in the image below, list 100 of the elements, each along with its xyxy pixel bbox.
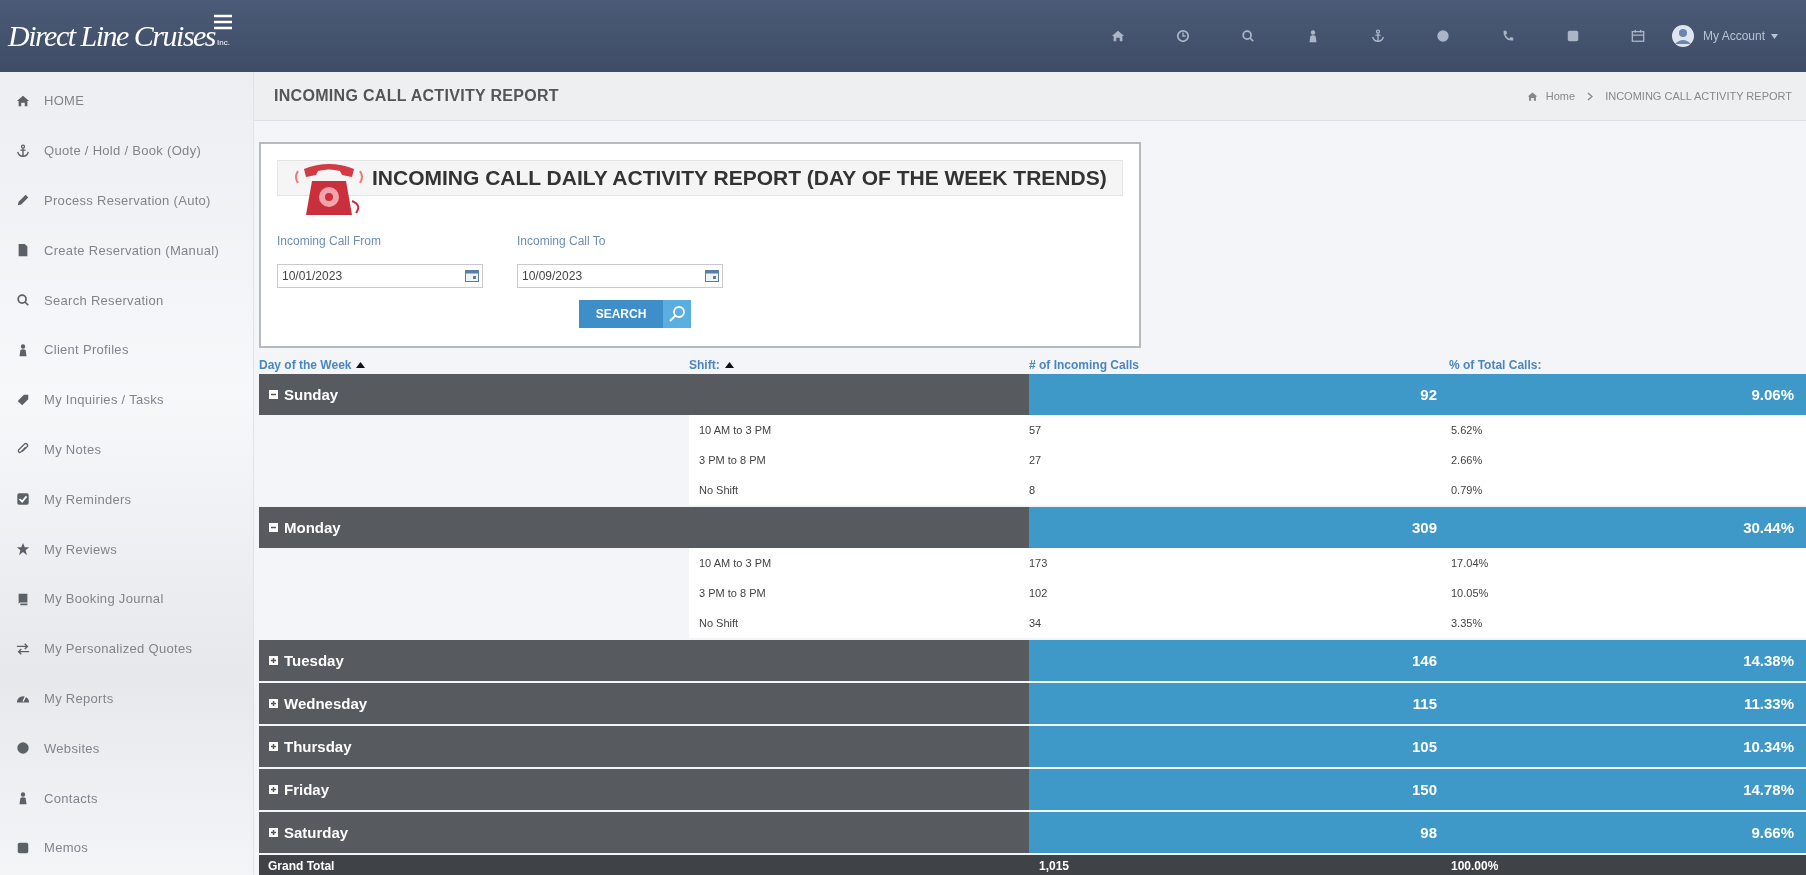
sidebar-item[interactable]: My Notes (44, 441, 102, 457)
expand-icon[interactable] (269, 785, 278, 794)
account-menu[interactable]: My Account (1694, 29, 1771, 43)
sidebar-item[interactable]: Websites (44, 740, 100, 756)
arrows-icon (15, 641, 30, 656)
shift-name: 3 PM to 8 PM (698, 587, 767, 599)
day-name: Monday (284, 519, 341, 536)
day-name: Saturday (284, 824, 349, 841)
expand-icon[interactable] (269, 699, 278, 708)
column-header[interactable]: % of Total Calls: (1449, 358, 1542, 372)
chevron-icon (1587, 91, 1594, 101)
column-header[interactable]: Day of the Week (259, 358, 352, 372)
shift-call-count: 57 (1029, 424, 1043, 436)
day-percentage: 14.38% (1742, 652, 1795, 669)
calendar-icon[interactable] (465, 270, 479, 282)
home-icon (1111, 29, 1126, 43)
menu-icon[interactable] (214, 14, 232, 30)
shift-percentage: 17.04% (1450, 557, 1490, 569)
expand-icon[interactable] (269, 656, 278, 665)
sidebar-item[interactable]: My Reviews (44, 541, 118, 557)
shift-name: No Shift (698, 617, 740, 629)
day-call-count: 105 (1410, 738, 1437, 755)
day-name: Thursday (284, 738, 352, 755)
expand-icon[interactable] (269, 742, 278, 751)
anchor-icon (1371, 29, 1386, 43)
day-percentage: 10.34% (1742, 738, 1795, 755)
phone-icon (1501, 29, 1516, 43)
day-call-count: 146 (1410, 652, 1437, 669)
date-field[interactable]: 10/01/2023 (277, 264, 483, 288)
column-header[interactable]: Shift: (689, 358, 720, 372)
page-title: INCOMING CALL ACTIVITY REPORT (274, 87, 559, 105)
day-name: Tuesday (284, 652, 344, 669)
tag-icon (15, 392, 30, 407)
day-name: Sunday (284, 386, 339, 403)
anchor-icon (15, 143, 30, 158)
sidebar-item[interactable]: My Reports (44, 690, 114, 706)
column-header[interactable]: # of Incoming Calls (1029, 358, 1139, 372)
day-name: Wednesday (284, 695, 368, 712)
logo-suffix: Inc. (217, 37, 230, 47)
report-title: INCOMING CALL DAILY ACTIVITY REPORT (DAY OF THE WEEK TRENDS) (372, 166, 1107, 190)
sidebar-item[interactable]: Quote / Hold / Book (Ody) (44, 143, 202, 159)
day-call-count: 150 (1410, 781, 1437, 798)
sidebar-item[interactable]: Memos (44, 840, 89, 856)
search-icon (668, 305, 686, 323)
logo-text[interactable]: Direct Line Cruises (8, 19, 216, 53)
shift-call-count: 173 (1029, 557, 1049, 569)
home-icon (15, 93, 30, 108)
expand-icon[interactable] (269, 828, 278, 837)
calendar-icon (1631, 29, 1646, 43)
date-field[interactable]: 10/09/2023 (517, 264, 723, 288)
grand-total-percentage: 100.00% (1450, 859, 1500, 873)
clock-icon (1176, 29, 1191, 43)
breadcrumb-current: INCOMING CALL ACTIVITY REPORT (1605, 90, 1792, 102)
field-label: Incoming Call To (517, 234, 607, 248)
sidebar-item[interactable]: Contacts (44, 790, 98, 806)
star-icon (15, 542, 30, 557)
sidebar-item[interactable]: Create Reservation (Manual) (44, 242, 219, 258)
square-icon (15, 840, 30, 855)
day-call-count: 309 (1410, 519, 1437, 536)
search-button[interactable]: SEARCH (579, 300, 691, 328)
calendar-icon[interactable] (705, 270, 719, 282)
shift-call-count: 8 (1029, 484, 1037, 496)
collapse-icon[interactable] (269, 523, 278, 532)
square-icon (1566, 29, 1581, 43)
shift-percentage: 2.66% (1450, 454, 1484, 466)
shift-percentage: 0.79% (1450, 484, 1484, 496)
day-percentage: 9.06% (1750, 386, 1795, 403)
shift-percentage: 5.62% (1450, 424, 1484, 436)
grand-total-label: Grand Total (267, 859, 336, 873)
caret-icon (1771, 33, 1778, 39)
sidebar-item[interactable]: My Inquiries / Tasks (44, 392, 164, 408)
day-call-count: 98 (1419, 824, 1437, 841)
avatar-icon[interactable] (1670, 24, 1695, 48)
search-icon (1241, 29, 1256, 43)
shift-name: 10 AM to 3 PM (698, 557, 773, 569)
home-icon (1526, 90, 1538, 102)
field-label: Incoming Call From (277, 234, 383, 248)
sidebar-item[interactable]: HOME (44, 93, 85, 109)
sidebar-item[interactable]: My Personalized Quotes (44, 641, 193, 657)
breadcrumb-link[interactable]: Home (1545, 90, 1576, 102)
sidebar-item[interactable]: Client Profiles (44, 342, 129, 358)
shift-percentage: 10.05% (1450, 587, 1490, 599)
grand-total-calls: 1,015 (1038, 859, 1071, 873)
checkbox-icon (15, 492, 30, 507)
day-call-count: 92 (1419, 386, 1437, 403)
shift-call-count: 102 (1029, 587, 1049, 599)
day-percentage: 11.33% (1742, 695, 1795, 712)
day-percentage: 14.78% (1742, 781, 1795, 798)
collapse-icon[interactable] (269, 390, 278, 399)
shift-name: No Shift (698, 484, 740, 496)
shift-percentage: 3.35% (1450, 617, 1484, 629)
day-percentage: 30.44% (1742, 519, 1795, 536)
day-name: Friday (284, 781, 329, 798)
sidebar-item[interactable]: Process Reservation (Auto) (44, 193, 211, 208)
sidebar-item[interactable]: My Booking Journal (44, 591, 164, 607)
pencil-icon (15, 193, 30, 208)
day-call-count: 115 (1411, 695, 1437, 712)
sidebar-item[interactable]: Search Reservation (44, 292, 164, 308)
shift-call-count: 34 (1029, 617, 1043, 629)
sidebar-item[interactable]: My Reminders (44, 491, 132, 507)
